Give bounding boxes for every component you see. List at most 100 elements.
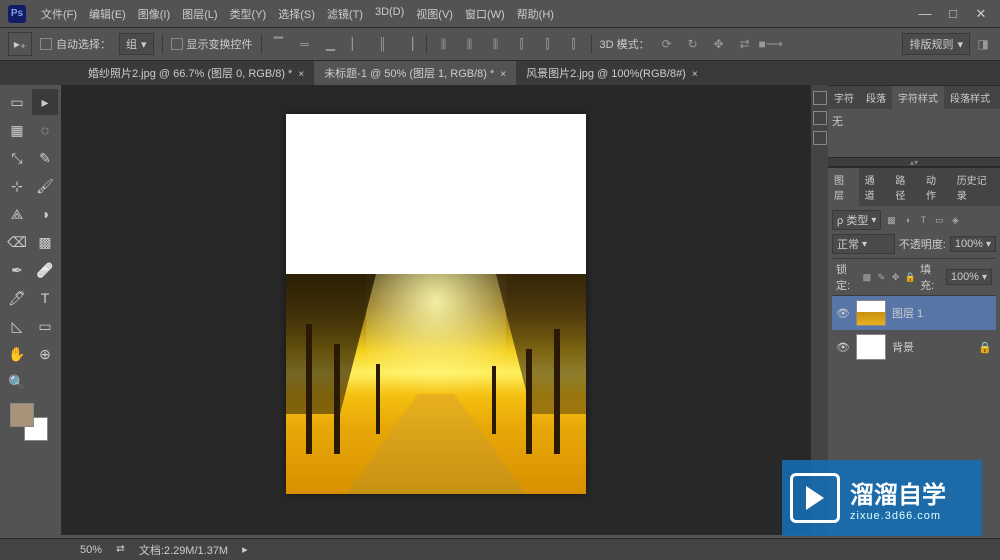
status-expand-icon[interactable]: ⮂ xyxy=(116,543,125,556)
layer-row[interactable]: 👁 背景 🔒 xyxy=(832,330,996,364)
filter-type-icon[interactable]: T xyxy=(917,214,929,226)
align-left-icon[interactable]: ▏ xyxy=(348,35,366,53)
filter-shape-icon[interactable]: ▭ xyxy=(933,214,945,226)
tool-rotate[interactable]: ⊕ xyxy=(32,341,58,367)
tool-move[interactable]: ▸ xyxy=(32,89,58,115)
tool-zoom[interactable]: 🔍 xyxy=(4,369,30,395)
tab-history[interactable]: 历史记录 xyxy=(951,168,1000,206)
maximize-button[interactable]: □ xyxy=(942,6,964,22)
opacity-input[interactable]: 100% ▾ xyxy=(950,236,996,252)
active-tool-icon[interactable]: ▸₊ xyxy=(8,32,32,56)
document-canvas[interactable] xyxy=(286,114,586,494)
distribute-h2-icon[interactable]: ⫼ xyxy=(461,35,479,53)
styles-panel-icon[interactable] xyxy=(813,131,827,145)
filter-adjust-icon[interactable]: ◑ xyxy=(901,214,913,226)
menu-edit[interactable]: 编辑(E) xyxy=(84,2,131,26)
layer-thumbnail[interactable] xyxy=(856,334,886,360)
doc-tab-2[interactable]: 未标题-1 @ 50% (图层 1, RGB/8) *× xyxy=(314,61,516,85)
3d-pan-icon[interactable]: ✥ xyxy=(710,35,728,53)
menu-view[interactable]: 视图(V) xyxy=(411,2,458,26)
tab-channels[interactable]: 通道 xyxy=(859,168,890,206)
menu-window[interactable]: 窗口(W) xyxy=(460,2,510,26)
layer-thumbnail[interactable] xyxy=(856,300,886,326)
menu-file[interactable]: 文件(F) xyxy=(36,2,82,26)
tool-dodge[interactable]: 🩹 xyxy=(32,257,58,283)
tab-actions[interactable]: 动作 xyxy=(920,168,951,206)
zoom-readout[interactable]: 50% xyxy=(80,544,102,556)
foreground-color-swatch[interactable] xyxy=(10,403,34,427)
doc-tab-1[interactable]: 婚纱照片2.jpg @ 66.7% (图层 0, RGB/8) *× xyxy=(78,61,314,85)
swatches-panel-icon[interactable] xyxy=(813,111,827,125)
align-vcenter-icon[interactable]: ═ xyxy=(296,35,314,53)
history-panel-icon[interactable] xyxy=(813,91,827,105)
lock-transparency-icon[interactable]: ▩ xyxy=(862,271,872,283)
char-style-list[interactable]: 无 xyxy=(828,109,1000,157)
align-hcenter-icon[interactable]: ║ xyxy=(374,35,392,53)
visibility-toggle-icon[interactable]: 👁 xyxy=(836,341,850,354)
tab-paths[interactable]: 路径 xyxy=(889,168,920,206)
tool-brush[interactable]: 🖌 xyxy=(32,173,58,199)
menu-image[interactable]: 图像(I) xyxy=(133,2,175,26)
distribute-h3-icon[interactable]: ⫼ xyxy=(487,35,505,53)
menu-type[interactable]: 类型(Y) xyxy=(225,2,272,26)
panel-toggle-icon[interactable]: ◨ xyxy=(974,35,992,53)
align-top-icon[interactable]: ▔ xyxy=(270,35,288,53)
filter-pixel-icon[interactable]: ▩ xyxy=(885,214,897,226)
close-button[interactable]: ✕ xyxy=(970,6,992,22)
menu-layer[interactable]: 图层(L) xyxy=(177,2,222,26)
tab-character[interactable]: 字符 xyxy=(828,86,860,109)
typography-rules-button[interactable]: 排版规则▾ xyxy=(902,33,970,55)
3d-slide-icon[interactable]: ⇄ xyxy=(736,35,754,53)
tool-shape[interactable]: ▭ xyxy=(32,313,58,339)
minimize-button[interactable]: — xyxy=(914,6,936,22)
tool-pen[interactable]: ✒ xyxy=(4,257,30,283)
distribute-v3-icon[interactable]: ⫿ xyxy=(565,35,583,53)
auto-select-checkbox[interactable]: 自动选择： xyxy=(40,36,111,52)
distribute-v1-icon[interactable]: ⫿ xyxy=(513,35,531,53)
tab-char-style[interactable]: 字符样式 xyxy=(892,86,944,109)
visibility-toggle-icon[interactable]: 👁 xyxy=(836,307,850,320)
lock-pixels-icon[interactable]: ✎ xyxy=(876,271,886,283)
layer-name[interactable]: 背景 xyxy=(892,339,914,355)
canvas-area[interactable] xyxy=(62,85,810,535)
tool-eraser[interactable]: ⌫ xyxy=(4,229,30,255)
distribute-h1-icon[interactable]: ⫼ xyxy=(435,35,453,53)
3d-zoom-icon[interactable]: ■⟶ xyxy=(762,35,780,53)
tool-path[interactable]: ◺ xyxy=(4,313,30,339)
doc-size-readout[interactable]: 文档:2.29M/1.37M xyxy=(139,542,228,558)
panel-collapse-bar[interactable]: ▴▾ xyxy=(828,157,1000,167)
layer-name[interactable]: 图层 1 xyxy=(892,305,923,321)
tool-hand[interactable]: ✋ xyxy=(4,341,30,367)
show-transform-checkbox[interactable]: 显示变换控件 xyxy=(171,36,253,52)
tool-eyedropper[interactable]: ✎ xyxy=(32,145,58,171)
filter-smart-icon[interactable]: ◈ xyxy=(949,214,961,226)
close-icon[interactable]: × xyxy=(298,69,304,80)
menu-filter[interactable]: 滤镜(T) xyxy=(322,2,368,26)
tool-pen2[interactable]: 🖊 xyxy=(4,285,30,311)
doc-tab-3[interactable]: 风景图片2.jpg @ 100%(RGB/8#)× xyxy=(516,61,708,85)
distribute-v2-icon[interactable]: ⫿ xyxy=(539,35,557,53)
menu-3d[interactable]: 3D(D) xyxy=(370,2,409,26)
auto-select-target-dropdown[interactable]: 组▾ xyxy=(119,33,154,55)
fill-input[interactable]: 100% ▾ xyxy=(946,269,992,285)
tool-gradient[interactable]: ▩ xyxy=(32,229,58,255)
layer-filter-kind[interactable]: ρ 类型 ▾ xyxy=(832,210,881,230)
tool-historybrush[interactable]: ◑ xyxy=(32,201,58,227)
tab-para-style[interactable]: 段落样式 xyxy=(944,86,996,109)
align-bottom-icon[interactable]: ▁ xyxy=(322,35,340,53)
tool-type[interactable]: T xyxy=(32,285,58,311)
tab-paragraph[interactable]: 段落 xyxy=(860,86,892,109)
tool-quickselect[interactable]: ◌ xyxy=(32,117,58,143)
close-icon[interactable]: × xyxy=(500,69,506,80)
lock-position-icon[interactable]: ✥ xyxy=(891,271,901,283)
tab-layers[interactable]: 图层 xyxy=(828,168,859,206)
tool-marquee[interactable]: ▭ xyxy=(4,89,30,115)
menu-select[interactable]: 选择(S) xyxy=(273,2,320,26)
blend-mode-dropdown[interactable]: 正常 ▾ xyxy=(832,234,895,254)
tool-crop[interactable]: ⤡ xyxy=(4,145,30,171)
layer-row[interactable]: 👁 图层 1 xyxy=(832,296,996,330)
3d-roll-icon[interactable]: ↻ xyxy=(684,35,702,53)
tool-stamp[interactable]: ⟁ xyxy=(4,201,30,227)
align-right-icon[interactable]: ▕ xyxy=(400,35,418,53)
lock-all-icon[interactable]: 🔒 xyxy=(905,271,916,283)
